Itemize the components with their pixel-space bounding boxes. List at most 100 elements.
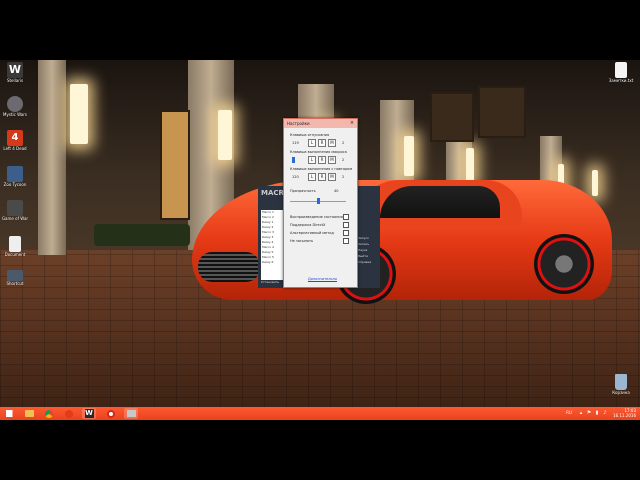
wallpaper-pillar: [38, 60, 66, 255]
macro-key-label: Клавиша выполнения макроса: [290, 150, 347, 154]
side-text[interactable]: Пауза: [358, 248, 367, 252]
release-key-extra: 2: [342, 141, 345, 145]
network-icon[interactable]: ▮: [594, 410, 600, 416]
release-key-value[interactable]: 119: [292, 141, 299, 145]
macro-key-l-button[interactable]: L: [308, 156, 316, 164]
sword-icon: [7, 200, 23, 216]
wallpaper-car-window: [380, 186, 500, 218]
taskbar-browser[interactable]: [62, 408, 76, 419]
opera-icon: [107, 410, 115, 418]
checkbox-label: Альтернативный метод: [290, 231, 334, 235]
no-sleep-checkbox[interactable]: [343, 238, 349, 244]
transparency-slider-thumb[interactable]: [317, 198, 320, 204]
stellaris-icon: W: [7, 62, 23, 78]
desktop-icon-left4dead[interactable]: 4 Left 4 Dead: [0, 130, 30, 151]
advanced-link[interactable]: Дополнительно: [308, 277, 337, 281]
desktop-icon-label: Корзина: [612, 390, 630, 395]
desktop-icon-label: Game of War: [1, 216, 29, 221]
desktop-icon-label: Left 4 Dead: [3, 146, 27, 151]
game-icon: [7, 166, 23, 182]
repeat-key-l-button[interactable]: L: [308, 173, 316, 181]
taskbar-app[interactable]: [124, 408, 138, 419]
wallpaper-lamp: [70, 84, 88, 144]
release-key-r-button[interactable]: R: [318, 139, 326, 147]
transparency-label: Прозрачность: [290, 189, 316, 193]
wallpaper-window: [160, 110, 190, 220]
checkbox-label: Воспроизведение состояния: [290, 215, 343, 219]
volume-icon[interactable]: ♪: [602, 410, 608, 416]
dialog-title: Настройки: [284, 119, 357, 128]
taskbar-stellaris[interactable]: W: [82, 408, 96, 419]
taskbar: W RU ▴ ⚑ ▮ ♪ 17:03 16.11.2016: [0, 407, 640, 420]
wallpaper-lamp: [404, 136, 414, 176]
taskbar-chrome[interactable]: [42, 408, 56, 419]
checkbox-label: Не засыпать: [290, 239, 314, 243]
wallpaper-window: [430, 92, 474, 142]
macro-key-extra: 2: [342, 158, 345, 162]
left4dead-icon: 4: [7, 130, 23, 146]
wallpaper-window: [478, 86, 526, 138]
release-key-m-button[interactable]: M: [328, 139, 336, 147]
transparency-value: 40: [334, 189, 339, 193]
close-icon[interactable]: ×: [349, 120, 355, 126]
text-file-icon: [615, 62, 627, 78]
game-shield-icon: [7, 96, 23, 112]
taskbar-explorer[interactable]: [22, 408, 36, 419]
side-text[interactable]: Выйти: [358, 254, 368, 258]
state-playback-checkbox[interactable]: [343, 214, 349, 220]
desktop-icon-shortcut[interactable]: Shortcut: [0, 270, 30, 286]
macro-key-r-button[interactable]: R: [318, 156, 326, 164]
repeat-key-extra: 2: [342, 175, 345, 179]
side-text[interactable]: Справка: [358, 260, 371, 264]
side-text[interactable]: Запись: [358, 242, 369, 246]
desktop-icon-recycle-bin[interactable]: Корзина: [606, 374, 636, 395]
desktop-icon-label: Mystic Wars: [3, 112, 27, 117]
wallpaper-hedge: [94, 224, 190, 246]
flag-icon[interactable]: ⚑: [586, 410, 592, 416]
clock-date: 16.11.2016: [613, 413, 636, 418]
window-icon: [126, 410, 136, 417]
directx-checkbox[interactable]: [343, 222, 349, 228]
wallpaper-lamp: [592, 170, 598, 196]
settings-dialog: Настройки × Клавиша отпускания 119 L R M…: [283, 118, 358, 288]
desktop-icon-label: Zoo Tycoon: [3, 182, 27, 187]
repeat-key-r-button[interactable]: R: [318, 173, 326, 181]
wallpaper-lamp: [466, 148, 474, 182]
repeat-key-value[interactable]: 120: [292, 175, 299, 179]
recycle-bin-icon: [615, 374, 627, 390]
wallpaper-car-grille: [198, 252, 260, 282]
desktop-icon-label: Stellaris: [6, 78, 24, 83]
browser-icon: [65, 410, 73, 418]
side-text[interactable]: Запуск: [358, 236, 369, 240]
file-icon: [9, 236, 21, 252]
start-button[interactable]: [2, 408, 16, 419]
wallpaper-lamp: [218, 110, 232, 160]
desktop-icon-zoo[interactable]: Zoo Tycoon: [0, 166, 30, 187]
macro-key-cursor[interactable]: [292, 157, 295, 163]
taskbar-opera[interactable]: [104, 408, 118, 419]
desktop-icon-stellaris[interactable]: W Stellaris: [0, 62, 30, 83]
chevron-up-icon[interactable]: ▴: [578, 410, 584, 416]
folder-icon: [24, 410, 34, 417]
checkbox-label: Поддержка DirectX: [290, 223, 326, 227]
stellaris-icon: W: [84, 409, 94, 418]
repeat-key-label: Клавиша выполнения с повтором: [290, 167, 353, 171]
clock[interactable]: 17:03 16.11.2016: [613, 408, 636, 418]
chrome-icon: [45, 410, 53, 418]
desktop-icon-label: Document: [4, 252, 26, 257]
language-indicator[interactable]: RU: [566, 410, 572, 416]
install-button[interactable]: Установить: [261, 280, 279, 284]
repeat-key-m-button[interactable]: M: [328, 173, 336, 181]
monitor-icon: [7, 270, 23, 281]
release-key-l-button[interactable]: L: [308, 139, 316, 147]
macro-key-m-button[interactable]: M: [328, 156, 336, 164]
desktop-icon-document[interactable]: Document: [0, 236, 30, 257]
release-key-label: Клавиша отпускания: [290, 133, 330, 137]
wallpaper-car-wheel: [534, 234, 594, 294]
desktop-icon-game-of-war[interactable]: Game of War: [0, 200, 30, 221]
desktop-icon-notes[interactable]: Заметки.txt: [606, 62, 636, 83]
desktop-icon-mystic-wars[interactable]: Mystic Wars: [0, 96, 30, 117]
windows-logo-icon: [5, 410, 13, 417]
desktop-icon-label: Заметки.txt: [608, 78, 634, 83]
alt-method-checkbox[interactable]: [343, 230, 349, 236]
